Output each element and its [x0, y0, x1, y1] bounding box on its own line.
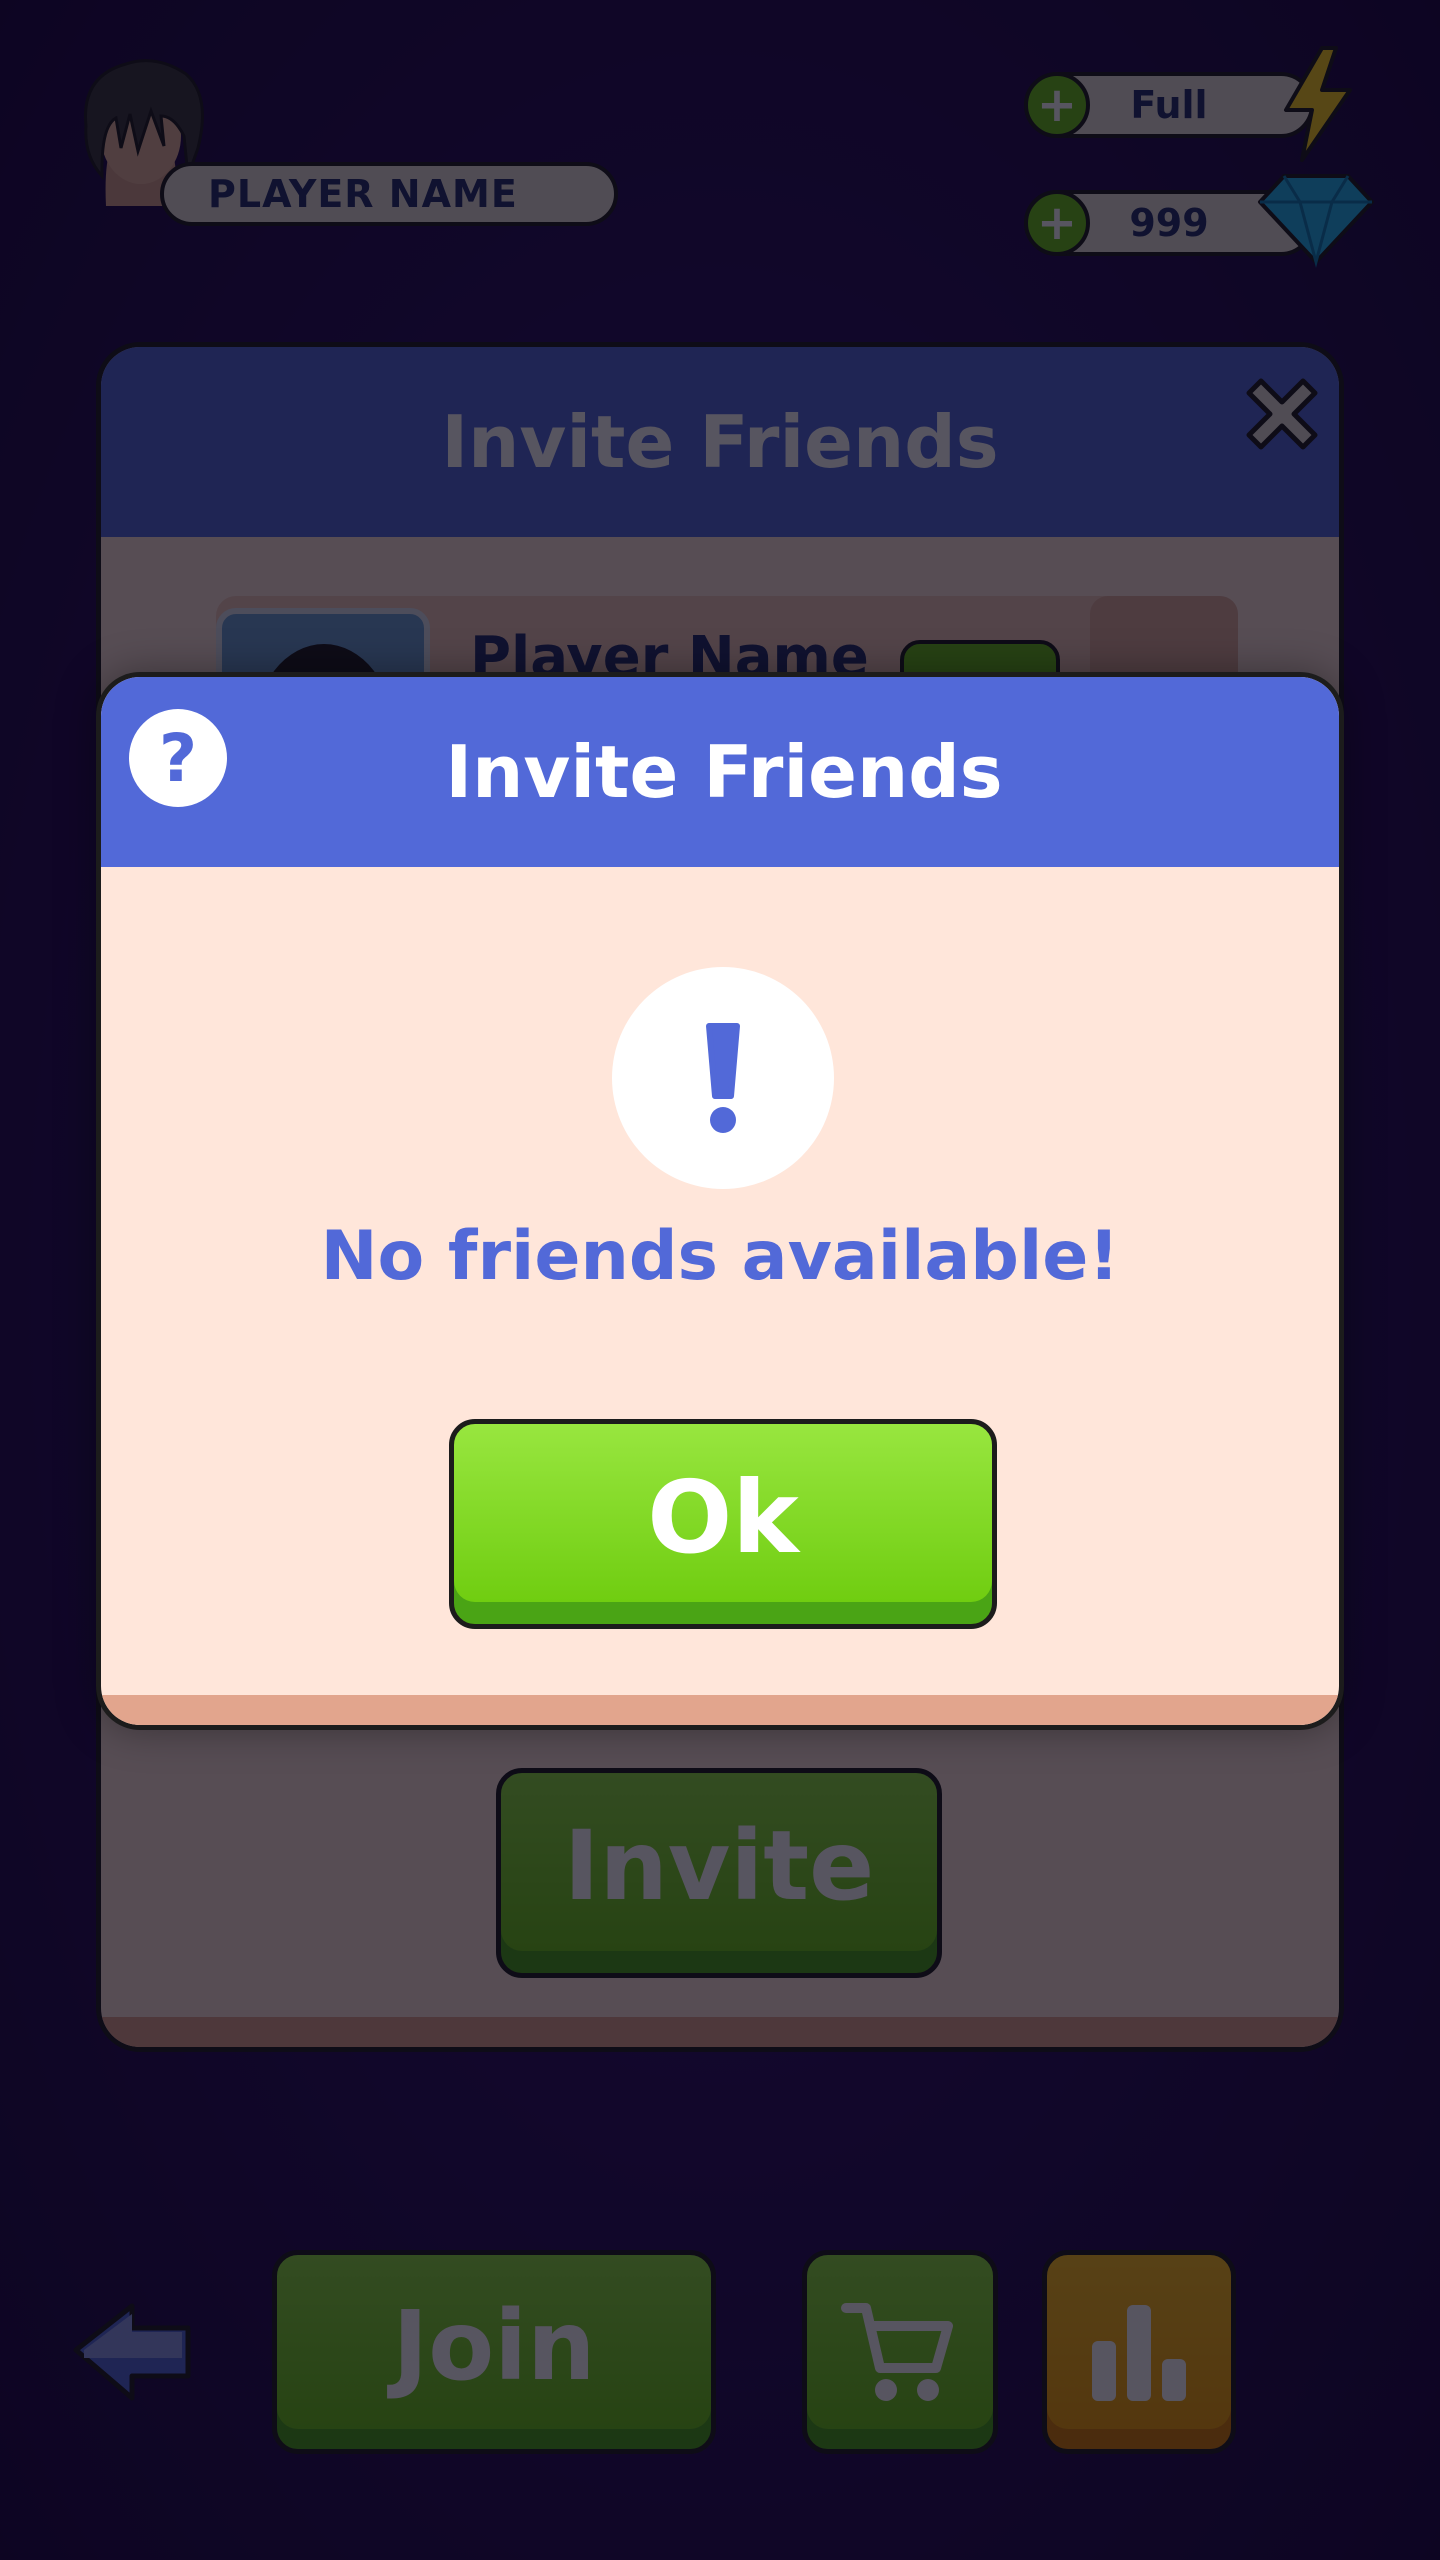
shop-button[interactable]	[802, 2250, 998, 2454]
ok-button[interactable]: Ok	[449, 1419, 997, 1629]
panel-header: Invite Friends	[101, 347, 1339, 537]
gems-value: 999	[1129, 201, 1209, 245]
close-panel-button[interactable]	[1236, 368, 1328, 460]
back-button[interactable]	[70, 2298, 196, 2408]
energy-value: Full	[1130, 83, 1208, 127]
join-button[interactable]: Join	[272, 2250, 716, 2454]
no-friends-dialog: Invite Friends ? No friends available! O…	[96, 672, 1344, 1730]
player-name-bar: PLAYER NAME	[160, 162, 618, 226]
help-button[interactable]: ?	[129, 709, 227, 807]
join-label: Join	[392, 2290, 596, 2402]
plus-icon: +	[1036, 195, 1078, 251]
alert-badge	[612, 967, 834, 1189]
bar-chart-icon	[1092, 2305, 1186, 2401]
ok-label: Ok	[647, 1458, 799, 1576]
dialog-lip	[101, 1695, 1339, 1725]
gem-icon	[1256, 168, 1376, 268]
question-icon: ?	[158, 719, 198, 797]
player-name: PLAYER NAME	[208, 172, 518, 216]
plus-icon: +	[1036, 77, 1078, 133]
cart-icon	[841, 2303, 953, 2401]
dialog-header: Invite Friends	[101, 677, 1339, 867]
dialog-title: Invite Friends	[445, 730, 1003, 814]
invite-button[interactable]: Invite	[496, 1768, 942, 1978]
back-arrow-icon	[73, 2303, 191, 2401]
dialog-message: No friends available!	[320, 1217, 1120, 1296]
lightning-icon	[1272, 44, 1362, 164]
add-gems-button[interactable]: +	[1024, 190, 1090, 256]
panel-lip	[101, 2017, 1339, 2047]
exclamation-icon	[706, 1023, 740, 1133]
add-energy-button[interactable]: +	[1024, 72, 1090, 138]
leaderboard-button[interactable]	[1042, 2250, 1236, 2454]
invite-label: Invite	[563, 1810, 875, 1922]
panel-title: Invite Friends	[441, 400, 999, 484]
close-icon	[1246, 378, 1318, 450]
